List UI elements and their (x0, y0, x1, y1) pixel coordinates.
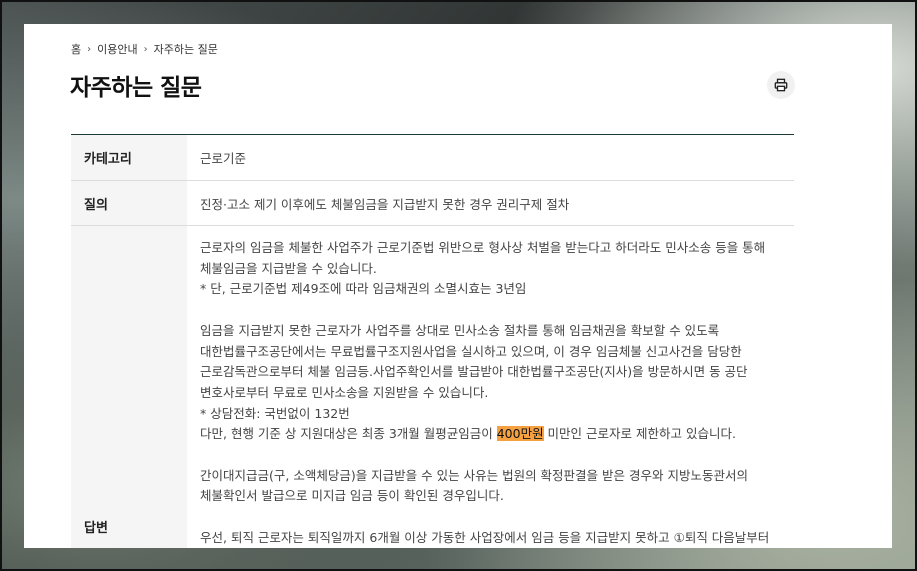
answer-line: 체불확인서 발급으로 미지급 임금 등이 확인된 경우입니다. (200, 488, 504, 504)
answer-line: * 상담전화: 국번없이 132번 (200, 405, 350, 421)
answer-line: 변호사로부터 무료로 민사소송을 지원받을 수 있습니다. (200, 384, 489, 400)
page-title: 자주하는 질문 (70, 75, 202, 101)
answer-text: 다만, 현행 기준 상 지원대상은 최종 3개월 월평균임금이 (200, 426, 497, 442)
question-row: 질의 진정·고소 제기 이후에도 체불임금을 지급받지 못한 경우 권리구제 절… (71, 181, 794, 226)
answer-line: 근로자의 임금을 체불한 사업주가 근로기준법 위반으로 형사상 처벌을 받는다… (200, 240, 766, 255)
category-value: 근로기준 (200, 151, 247, 166)
answer-line: 우선, 퇴직 근로자는 퇴직일까지 6개월 이상 가동한 사업장에서 임금 등을… (200, 529, 770, 545)
highlighted-amount: 400만원 (496, 426, 544, 442)
answer-line: 체불임금을 지급받을 수 있습니다. (200, 260, 377, 276)
question-label: 질의 (71, 181, 187, 225)
answer-line: * 단, 근로기준법 제49조에 따라 임금채권의 소멸시효는 3년임 (200, 281, 527, 297)
breadcrumb-faq[interactable]: 자주하는 질문 (154, 41, 218, 57)
answer-line: 대한법률구조공단에서는 무료법률구조지원사업을 실시하고 있으며, 이 경우 임… (200, 343, 742, 359)
answer-line: 임금을 지급받지 못한 근로자가 사업주를 상대로 민사소송 절차를 통해 임금… (200, 322, 720, 338)
category-row: 카테고리 근로기준 (71, 135, 794, 181)
question-value: 진정·고소 제기 이후에도 체불임금을 지급받지 못한 경우 권리구제 절차 (200, 196, 570, 212)
answer-line: 간이대지급금(구, 소액체당금)을 지급받을 수 있는 사유는 법원의 확정판결… (200, 467, 748, 483)
answer-label: 답변 (71, 226, 187, 548)
faq-detail-table: 카테고리 근로기준 질의 진정·고소 제기 이후에도 체불임금을 지급받지 못한… (71, 134, 794, 548)
answer-row: 답변 근로자의 임금을 체불한 사업주가 근로기준법 위반으로 형사상 처벌을 … (71, 226, 794, 548)
content-card: 홈 › 이용안내 › 자주하는 질문 자주하는 질문 카테고리 근로기준 질의 … (24, 24, 892, 548)
chevron-right-icon: › (143, 43, 148, 55)
print-icon (774, 78, 788, 92)
breadcrumb: 홈 › 이용안내 › 자주하는 질문 (71, 41, 218, 57)
breadcrumb-guide[interactable]: 이용안내 (97, 41, 137, 57)
answer-line: 다만, 현행 기준 상 지원대상은 최종 3개월 월평균임금이 400만원 미만… (200, 424, 786, 445)
breadcrumb-home[interactable]: 홈 (71, 41, 81, 57)
answer-line: 근로감독관으로부터 체불 임금등.사업주확인서를 발급받아 대한법률구조공단(지… (200, 364, 748, 380)
answer-body: 근로자의 임금을 체불한 사업주가 근로기준법 위반으로 형사상 처벌을 받는다… (187, 226, 794, 548)
answer-text: 미만인 근로자로 제한하고 있습니다. (543, 426, 736, 442)
category-label: 카테고리 (71, 135, 187, 180)
chevron-right-icon: › (87, 43, 92, 55)
print-button[interactable] (767, 71, 795, 99)
